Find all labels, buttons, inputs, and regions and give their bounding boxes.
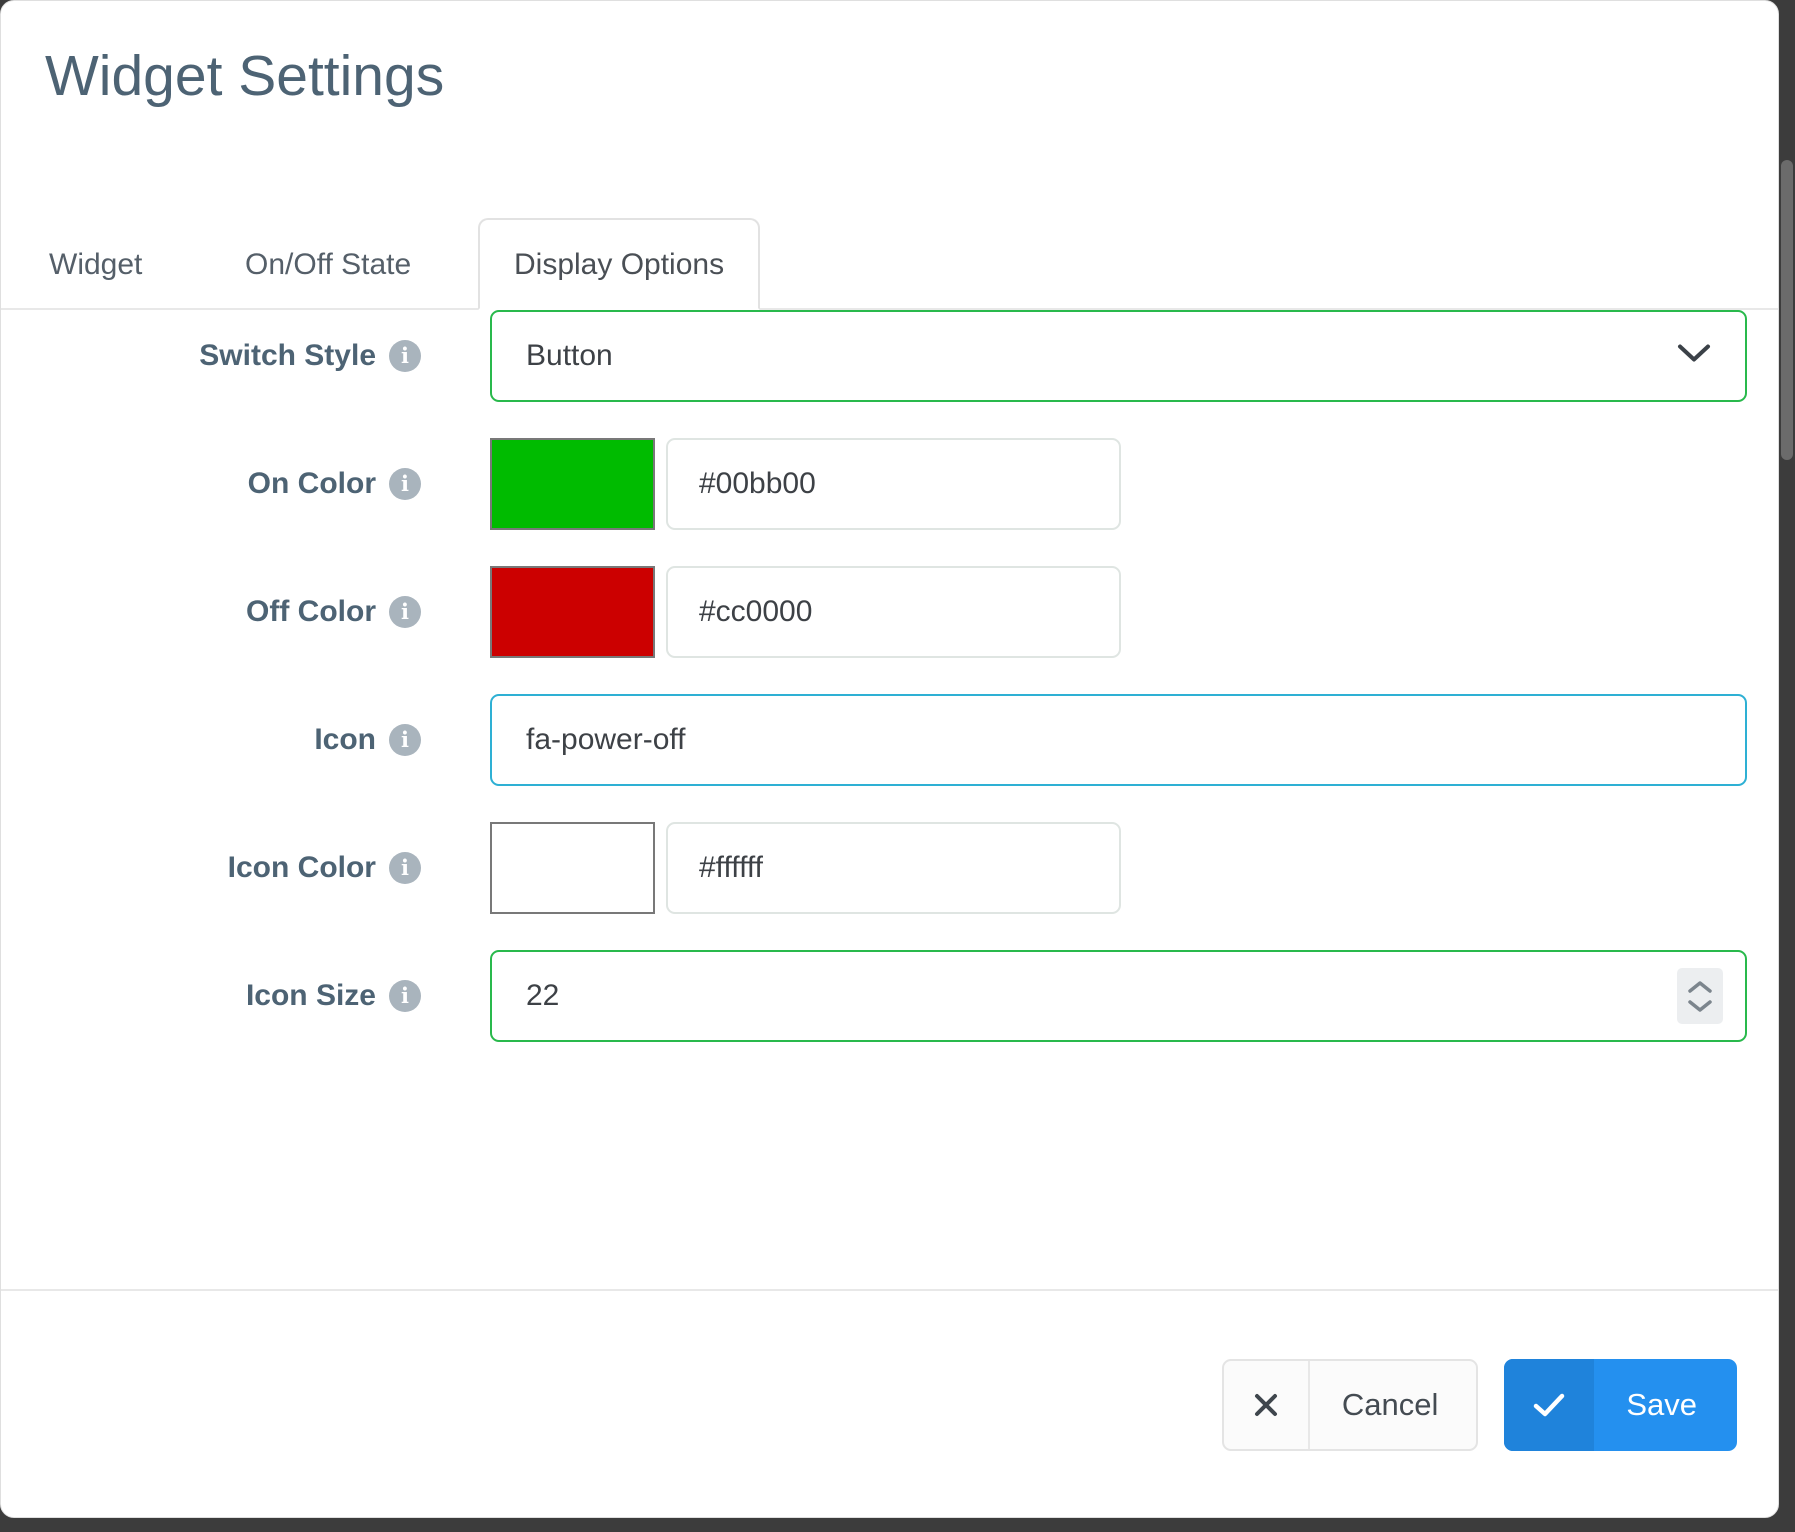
off-color-controls: #cc0000 <box>490 566 1121 658</box>
icon-size-input[interactable]: 22 <box>490 950 1747 1042</box>
tab-widget[interactable]: Widget <box>13 222 178 308</box>
info-icon[interactable]: i <box>389 596 421 628</box>
icon-color-hex-input[interactable]: #ffffff <box>666 822 1121 914</box>
on-color-controls: #00bb00 <box>490 438 1121 530</box>
icon-size-controls: 22 <box>490 950 1747 1042</box>
label-switch-style: Switch Style i <box>1 339 421 373</box>
cancel-button[interactable]: Cancel <box>1221 1359 1479 1451</box>
on-color-label-text: On Color <box>247 467 376 500</box>
on-color-swatch[interactable] <box>490 438 655 530</box>
icon-label-text: Icon <box>314 723 376 756</box>
page-title: Widget Settings <box>45 44 445 108</box>
switch-style-select[interactable]: Button <box>490 310 1747 402</box>
form-row-on-color: On Color i #00bb00 <box>1 438 1778 530</box>
form-row-switch-style: Switch Style i Button <box>1 310 1778 402</box>
icon-size-wrapper: 22 <box>490 950 1747 1042</box>
info-icon[interactable]: i <box>389 468 421 500</box>
save-button-label: Save <box>1626 1387 1697 1422</box>
info-icon[interactable]: i <box>389 724 421 756</box>
icon-name-input[interactable]: fa-power-off <box>490 694 1747 786</box>
off-color-swatch[interactable] <box>490 566 655 658</box>
off-color-label-text: Off Color <box>246 595 376 628</box>
info-icon[interactable]: i <box>389 980 421 1012</box>
off-color-hex-input[interactable]: #cc0000 <box>666 566 1121 658</box>
info-icon[interactable]: i <box>389 852 421 884</box>
vertical-scrollbar[interactable] <box>1779 0 1795 1532</box>
close-x-icon <box>1224 1361 1310 1449</box>
icon-color-label-text: Icon Color <box>227 851 376 884</box>
icon-color-swatch[interactable] <box>490 822 655 914</box>
label-icon: Icon i <box>1 723 421 757</box>
widget-settings-dialog: Widget Settings Widget On/Off State Disp… <box>0 0 1779 1518</box>
scrollbar-thumb[interactable] <box>1781 160 1793 460</box>
tab-bar: Widget On/Off State Display Options <box>1 193 1778 310</box>
icon-controls: fa-power-off <box>490 694 1747 786</box>
switch-style-label-text: Switch Style <box>199 339 376 372</box>
label-icon-color: Icon Color i <box>1 851 421 885</box>
cancel-button-label: Cancel <box>1341 1387 1439 1422</box>
switch-style-controls: Button <box>490 310 1747 402</box>
label-off-color: Off Color i <box>1 595 421 629</box>
label-on-color: On Color i <box>1 467 421 501</box>
switch-style-select-wrapper: Button <box>490 310 1747 402</box>
form-row-icon-size: Icon Size i 22 <box>1 950 1778 1042</box>
form-row-off-color: Off Color i #cc0000 <box>1 566 1778 658</box>
check-icon <box>1504 1359 1595 1451</box>
dialog-footer: Cancel Save <box>1 1291 1778 1517</box>
save-button[interactable]: Save <box>1504 1359 1737 1451</box>
label-icon-size: Icon Size i <box>1 979 421 1013</box>
icon-size-label-text: Icon Size <box>245 979 376 1012</box>
info-icon[interactable]: i <box>389 340 421 372</box>
tab-on-off-state[interactable]: On/Off State <box>209 222 447 308</box>
on-color-hex-input[interactable]: #00bb00 <box>666 438 1121 530</box>
tab-display-options[interactable]: Display Options <box>478 218 761 310</box>
form-row-icon-color: Icon Color i #ffffff <box>1 822 1778 914</box>
icon-color-controls: #ffffff <box>490 822 1121 914</box>
form-row-icon: Icon i fa-power-off <box>1 694 1778 786</box>
stepper-updown-icon[interactable] <box>1677 968 1723 1024</box>
